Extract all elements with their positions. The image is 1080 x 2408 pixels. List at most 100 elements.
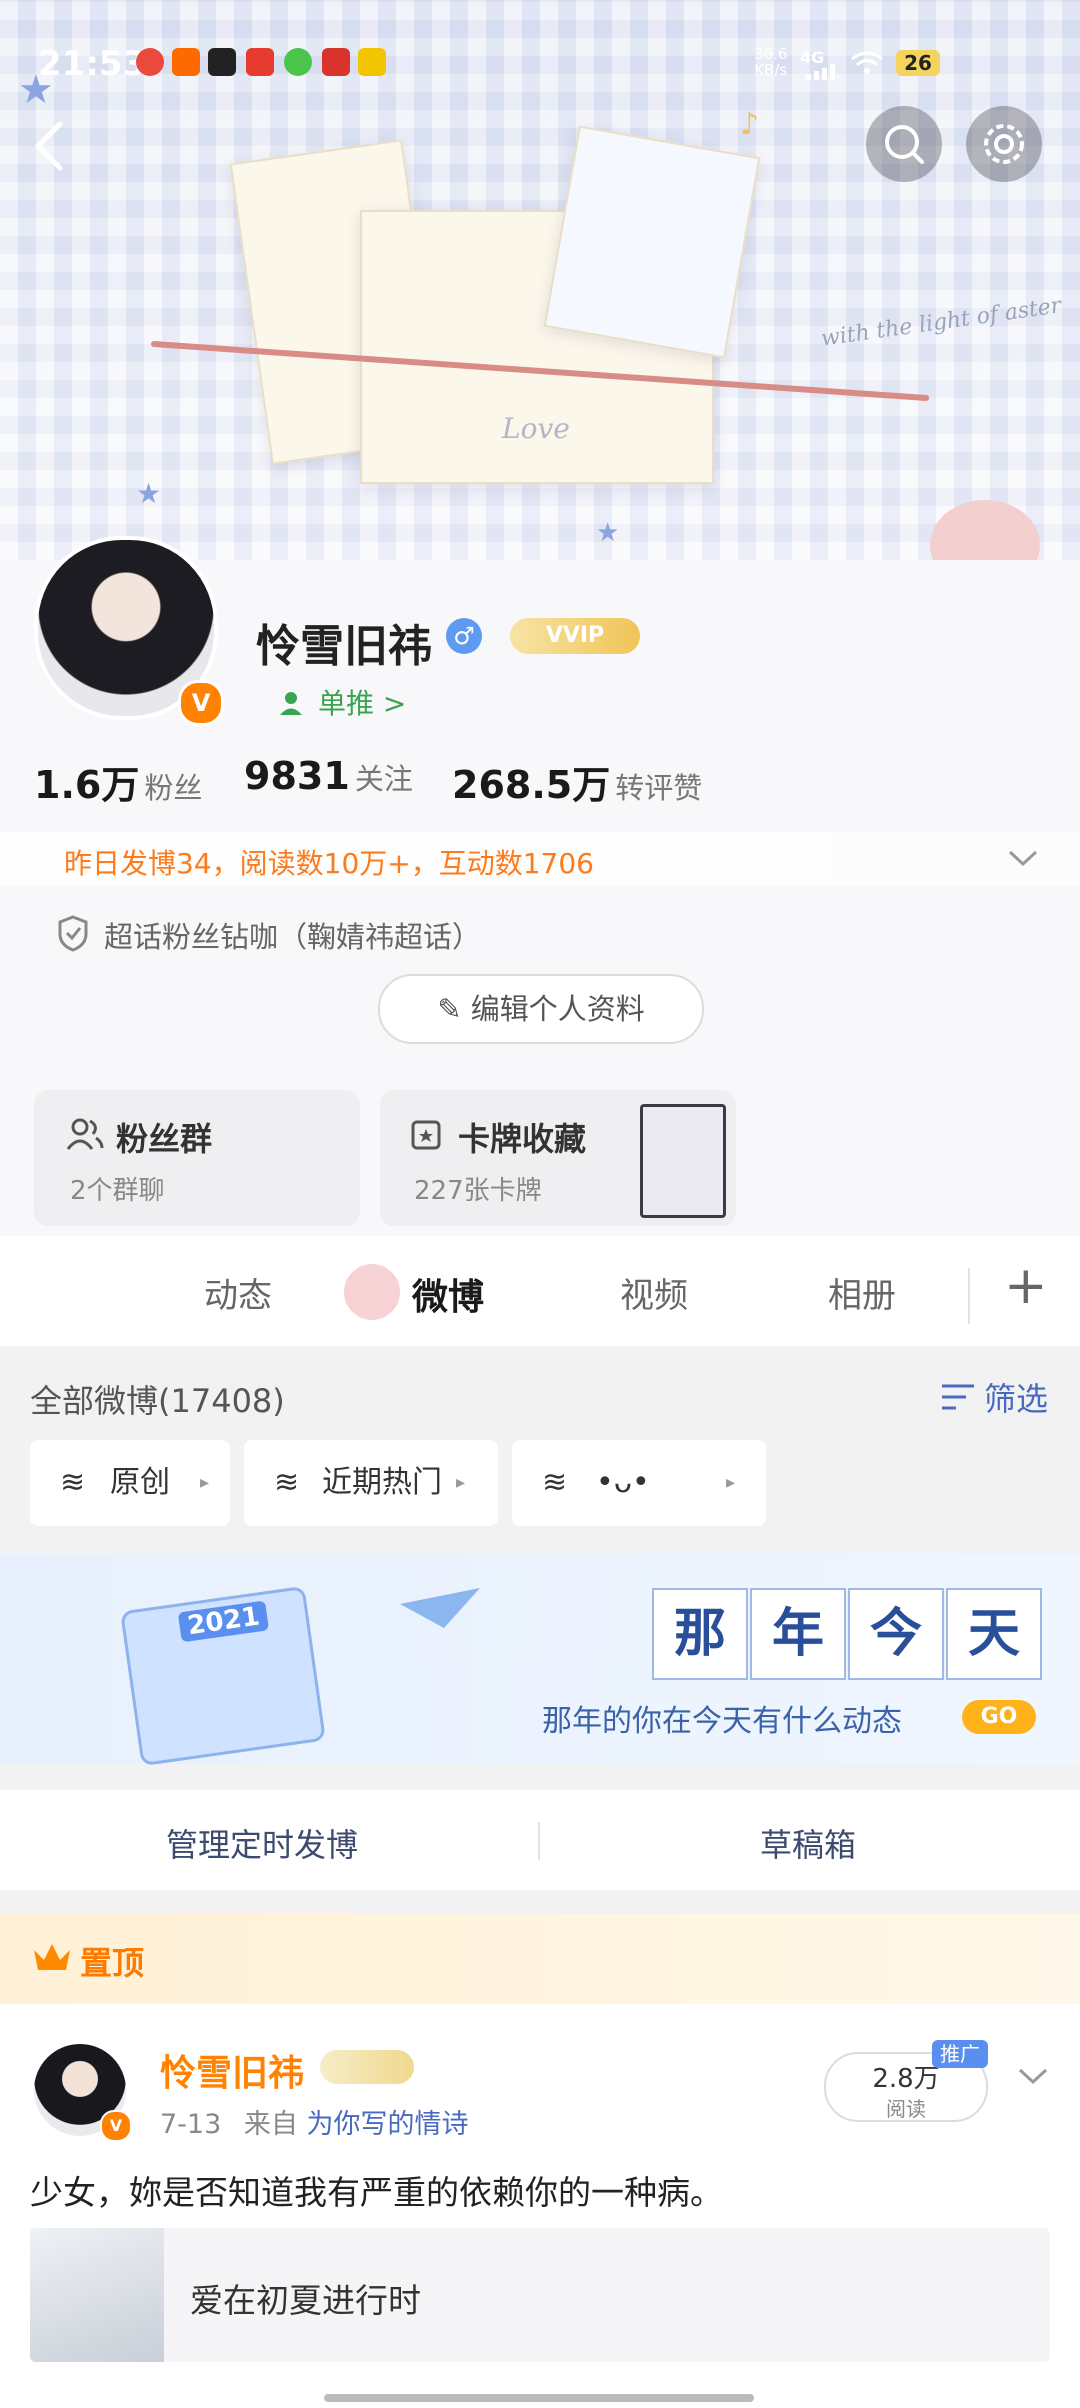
shop-notification-icon bbox=[322, 48, 350, 76]
star-decoration: ★ bbox=[596, 518, 620, 548]
paper-plane-icon bbox=[400, 1588, 480, 1628]
edit-profile-button[interactable]: ✎ 编辑个人资料 bbox=[378, 974, 704, 1044]
signal-bars-icon bbox=[806, 64, 835, 80]
gear-icon bbox=[984, 124, 1024, 164]
pinned-label: 置顶 bbox=[80, 1944, 145, 1982]
tab-weibo[interactable]: 微博 bbox=[412, 1268, 484, 1320]
tab-album[interactable]: 相册 bbox=[828, 1268, 896, 1317]
banner-script-text: with the light of aster bbox=[819, 293, 1063, 352]
following-stat[interactable]: 9831 关注 bbox=[244, 754, 413, 798]
scheduled-posts-button[interactable]: 管理定时发博 bbox=[166, 1820, 358, 1866]
following-count: 9831 bbox=[244, 754, 350, 798]
tab-video[interactable]: 视频 bbox=[620, 1268, 688, 1317]
link-card[interactable] bbox=[30, 2228, 1050, 2362]
banner-love-text: Love bbox=[502, 412, 570, 445]
post-source[interactable]: 为你写的情诗 bbox=[306, 2109, 468, 2140]
layers-icon: ≋ bbox=[274, 1465, 300, 1500]
verified-badge-icon: V bbox=[100, 2110, 132, 2142]
divider bbox=[538, 1822, 540, 1860]
engagement-count: 268.5万 bbox=[452, 763, 611, 807]
all-weibo-count: 全部微博(17408) bbox=[30, 1382, 285, 1420]
superfan-label[interactable]: 超话粉丝钻咖（鞠婧祎超话） bbox=[104, 914, 481, 956]
chip-label: 原创 bbox=[110, 1465, 170, 1500]
settings-button[interactable] bbox=[966, 106, 1042, 182]
filter-chip-hot[interactable]: ≋ 近期热门 ▸ bbox=[244, 1440, 498, 1526]
caret-right-icon: ▸ bbox=[456, 1472, 466, 1493]
post-meta: 7-13 来自 为你写的情诗 bbox=[160, 2102, 468, 2141]
post-from: 来自 bbox=[243, 2109, 298, 2140]
tab-dynamics[interactable]: 动态 bbox=[204, 1268, 272, 1317]
filter-button[interactable]: 筛选 bbox=[984, 1374, 1048, 1420]
link-title: 爱在初夏进行时 bbox=[190, 2281, 421, 2320]
home-indicator[interactable] bbox=[324, 2394, 754, 2402]
male-gender-icon: ♂ bbox=[446, 618, 482, 654]
group-icon bbox=[66, 1118, 104, 1150]
search-icon bbox=[885, 125, 924, 164]
back-icon[interactable] bbox=[30, 118, 70, 174]
profile-name: 怜雪旧祎 bbox=[256, 621, 432, 672]
calendar-illustration: 2021 bbox=[120, 1585, 326, 1767]
filter-chip-custom[interactable]: ≋ •ᴗ• ▸ bbox=[512, 1440, 766, 1526]
app-notification-icon bbox=[358, 48, 386, 76]
verified-badge-icon: V bbox=[178, 680, 224, 726]
filter-icon[interactable] bbox=[940, 1380, 980, 1414]
recommend-link[interactable]: 单推 > bbox=[318, 682, 406, 722]
status-bar: 21:53 36.6 KB/s 4G 26 bbox=[0, 0, 1080, 120]
search-button[interactable] bbox=[866, 106, 942, 182]
vip-badge[interactable]: VVIP bbox=[510, 618, 640, 654]
teapot-illustration bbox=[930, 500, 1040, 560]
post-author[interactable]: 怜雪旧祎 bbox=[160, 2044, 304, 2096]
card-illustration bbox=[543, 125, 761, 359]
filter-chip-original[interactable]: ≋ 原创 ▸ bbox=[30, 1440, 230, 1526]
app-notification-icon bbox=[246, 48, 274, 76]
battery-level: 26 bbox=[896, 50, 940, 76]
card-collection-sub: 227张卡牌 bbox=[414, 1176, 542, 1206]
fan-group-title: 粉丝群 bbox=[116, 1120, 213, 1158]
tabs-divider bbox=[968, 1268, 970, 1324]
promote-badge[interactable]: 推广 bbox=[932, 2040, 988, 2068]
engagement-stat[interactable]: 268.5万 转评赞 bbox=[452, 754, 702, 809]
caret-right-icon: ▸ bbox=[200, 1472, 210, 1493]
card-icon bbox=[411, 1120, 441, 1150]
memory-title-char: 那 bbox=[652, 1588, 748, 1680]
net-speed-unit: KB/s bbox=[754, 61, 788, 79]
post-management-bar bbox=[0, 1790, 1080, 1890]
fan-group-sub: 2个群聊 bbox=[70, 1176, 165, 1206]
chevron-down-icon[interactable] bbox=[1016, 2066, 1050, 2088]
memory-title-char: 年 bbox=[750, 1588, 846, 1680]
app-notification-icon bbox=[172, 48, 200, 76]
followers-count: 1.6万 bbox=[34, 763, 140, 807]
tiktok-notification-icon bbox=[208, 48, 236, 76]
card-thumbnail bbox=[640, 1104, 726, 1218]
star-decoration: ★ bbox=[136, 477, 162, 510]
layers-icon: ≋ bbox=[542, 1465, 568, 1500]
weibo-notification-icon bbox=[136, 48, 164, 76]
weibo-tab-decoration-icon bbox=[344, 1264, 400, 1320]
wechat-notification-icon bbox=[284, 48, 312, 76]
following-label: 关注 bbox=[354, 762, 413, 796]
chip-label: •ᴗ• bbox=[596, 1465, 650, 1500]
crown-icon bbox=[34, 1944, 70, 1970]
memory-title-char: 今 bbox=[848, 1588, 944, 1680]
net-speed: 36.6 KB/s bbox=[754, 46, 787, 78]
read-count-label: 阅读 bbox=[886, 2097, 926, 2121]
wifi-icon bbox=[851, 51, 883, 74]
status-time: 21:53 bbox=[38, 44, 147, 84]
card-collection-card[interactable]: 卡牌收藏 227张卡牌 bbox=[380, 1090, 736, 1226]
followers-stat[interactable]: 1.6万 粉丝 bbox=[34, 754, 202, 809]
yesterday-summary: 昨日发博34，阅读数10万+，互动数1706 bbox=[64, 847, 594, 880]
layers-icon: ≋ bbox=[60, 1465, 86, 1500]
fan-group-card[interactable]: 粉丝群 2个群聊 bbox=[34, 1090, 360, 1226]
post-date: 7-13 bbox=[160, 2109, 222, 2140]
drafts-button[interactable]: 草稿箱 bbox=[760, 1820, 856, 1866]
chip-label: 近期热门 bbox=[322, 1465, 442, 1500]
net-speed-value: 36.6 bbox=[754, 45, 788, 63]
pinned-header bbox=[0, 1914, 1080, 2004]
profile-tabs bbox=[0, 1236, 1080, 1346]
chevron-down-icon[interactable] bbox=[1006, 848, 1040, 868]
memory-go-button[interactable]: GO bbox=[962, 1700, 1036, 1734]
pencil-icon: ✎ bbox=[437, 992, 462, 1026]
memory-title-char: 天 bbox=[946, 1588, 1042, 1680]
caret-right-icon: ▸ bbox=[726, 1472, 736, 1493]
add-tab-button[interactable]: + bbox=[1004, 1256, 1048, 1316]
